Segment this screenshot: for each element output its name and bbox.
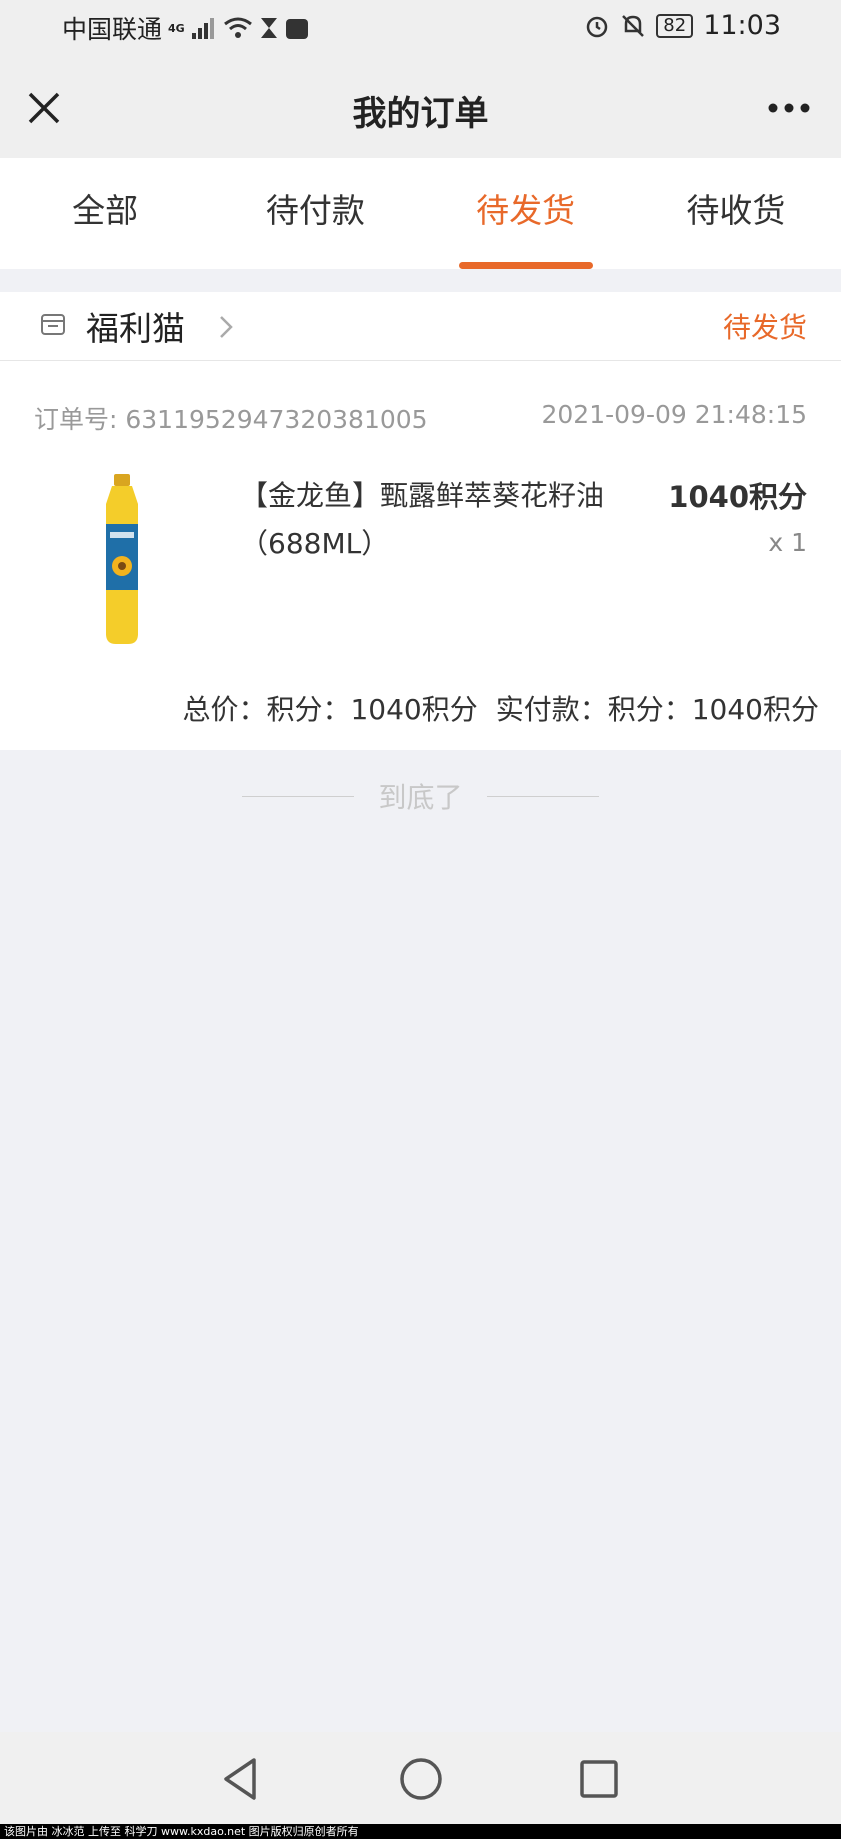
divider-left bbox=[242, 795, 355, 797]
product-name[interactable]: 【金龙鱼】甄露鲜萃葵花籽油（688ML） bbox=[240, 472, 660, 568]
page-title: 我的订单 bbox=[352, 94, 489, 134]
shop-icon bbox=[41, 314, 65, 335]
alarm-icon bbox=[587, 16, 608, 37]
status-right: 82 11:03 bbox=[584, 10, 781, 41]
signal-icon bbox=[191, 18, 214, 39]
total-price: 总价：积分：1040积分 bbox=[182, 693, 478, 726]
order-status: 待发货 bbox=[722, 311, 807, 344]
shop-name[interactable]: 福利猫 bbox=[86, 302, 185, 350]
back-icon[interactable] bbox=[216, 1754, 266, 1804]
hourglass-icon bbox=[260, 18, 277, 38]
end-of-list-text: 到底了 bbox=[378, 781, 463, 814]
divider-right bbox=[486, 795, 599, 797]
clock-label: 11:03 bbox=[703, 10, 781, 41]
product-quantity: x 1 bbox=[768, 528, 807, 557]
home-icon[interactable] bbox=[396, 1754, 446, 1804]
tab-all[interactable]: 全部 bbox=[0, 158, 210, 269]
order-tabs: 全部 待付款 待发货 待收货 bbox=[0, 158, 841, 269]
mute-bell-icon bbox=[622, 14, 645, 37]
tab-pending-payment[interactable]: 待付款 bbox=[210, 158, 420, 269]
more-icon[interactable] bbox=[767, 102, 811, 114]
order-card[interactable]: 福利猫 待发货 订单号: 6311952947320381005 2021-09… bbox=[0, 292, 841, 750]
watermark: 该图片由 冰冰范 上传至 科学刀 www.kxdao.net 图片版权归原创者所… bbox=[0, 1824, 841, 1839]
recents-icon[interactable] bbox=[574, 1754, 624, 1804]
status-bar: 中国联通 4G 82 11:03 bbox=[0, 0, 841, 58]
order-number: 订单号: 6311952947320381005 bbox=[34, 405, 428, 434]
app-icon bbox=[285, 19, 308, 39]
nav-bar: 我的订单 bbox=[0, 58, 841, 158]
order-datetime: 2021-09-09 21:48:15 bbox=[541, 400, 807, 429]
shop-row[interactable]: 福利猫 待发货 bbox=[0, 292, 841, 361]
tab-pending-receipt[interactable]: 待收货 bbox=[631, 158, 841, 269]
chevron-right-icon bbox=[220, 316, 233, 338]
order-meta: 订单号: 6311952947320381005 2021-09-09 21:4… bbox=[34, 400, 807, 436]
product-price: 1040积分 bbox=[668, 480, 807, 514]
carrier-label: 中国联通 bbox=[62, 15, 163, 44]
status-left: 中国联通 4G bbox=[62, 10, 309, 46]
wifi-icon bbox=[223, 17, 252, 38]
order-total-row: 总价：积分：1040积分 实付款：积分：1040积分 bbox=[182, 688, 819, 728]
tab-pending-shipment[interactable]: 待发货 bbox=[421, 158, 631, 269]
product-image[interactable] bbox=[92, 474, 152, 646]
network-label: 4G bbox=[168, 21, 185, 35]
system-nav-bar bbox=[0, 1732, 841, 1824]
battery-indicator: 82 bbox=[656, 13, 694, 38]
paid-amount: 实付款：积分：1040积分 bbox=[495, 693, 819, 726]
end-of-list: 到底了 bbox=[0, 776, 841, 816]
